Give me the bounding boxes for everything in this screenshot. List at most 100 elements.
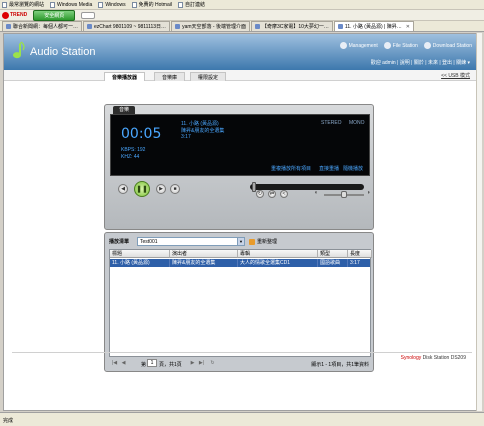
playlist-table: 標題 演出者 專輯 類型 長度 11. 小路 (黃品源) 陳昇&朋友的全選集 大… [109, 249, 372, 357]
pause-button[interactable]: ❚❚ [134, 181, 150, 197]
music-player-panel: 音樂 00:05 KBPS: 192 KHZ: 44 11. 小路 (黃品源) … [104, 104, 374, 230]
playlist-label: 播放清單 [109, 239, 130, 245]
samplerate-label: KHZ: 44 [121, 154, 140, 160]
synology-brand: Synology [400, 355, 422, 361]
column-header-genre[interactable]: 類型 [318, 250, 348, 258]
tab-favicon-icon [6, 24, 11, 29]
favorite-link[interactable]: Windows Media [50, 1, 92, 8]
trend-toolbar: TREND 安全網頁 [0, 9, 484, 21]
repeat-one-option[interactable]: 直接重播 [319, 165, 339, 172]
playlist-panel: 播放清單 Test001 ▼ 重新整理 標題 演出者 專輯 類型 長度 11. … [104, 232, 374, 372]
page-number-input[interactable]: 1 [147, 359, 157, 367]
audio-station-logo-icon [13, 41, 25, 59]
track-album: 陳昇&朋友的全選集 [181, 128, 225, 134]
refresh-page-icon[interactable]: ↻ [209, 360, 216, 367]
product-name: Disk Station DS209 [422, 355, 466, 361]
tab-permissions[interactable]: 權限設定 [190, 72, 227, 81]
table-row[interactable]: 11. 小路 (黃品源) 陳昇&朋友的全選集 大人的情歌全選集CD1 國語歌曲 … [110, 259, 370, 267]
repeat-all-option[interactable]: 重複播放所有項目 [271, 165, 311, 172]
first-page-icon[interactable]: |◀ [111, 360, 118, 367]
page-icon [98, 1, 104, 8]
usb-mode-link[interactable]: << USB 模式 [441, 72, 470, 79]
management-icon [339, 42, 347, 49]
track-title: 11. 小路 (黃品源) [181, 121, 219, 127]
tab-music-player[interactable]: 音樂播放器 [104, 72, 146, 81]
playlist-toolbar: 播放清單 Test001 ▼ 重新整理 [109, 237, 371, 247]
download-station-icon [423, 42, 431, 49]
browser-tab-active[interactable]: 11. 小路 (黃品源) | 陳昇… ✕ [333, 21, 414, 31]
refresh-icon [249, 238, 255, 245]
tab-favicon-icon [175, 24, 181, 29]
favorite-link[interactable]: Windows [98, 1, 126, 8]
browser-tab[interactable]: 【奇摩3C家電】10大夢幻一… [250, 21, 333, 31]
column-header-title[interactable]: 標題 [110, 250, 170, 258]
refresh-button[interactable]: 重新整理 [249, 238, 277, 245]
header-links: Management File Station Download Station [339, 42, 472, 49]
next-button[interactable]: ▶ [156, 184, 166, 194]
page-content: Audio Station Management File Station Do… [3, 33, 479, 411]
browser-tab[interactable]: yam天空部落 - 後端管理介面 [171, 21, 250, 31]
cell-album: 大人的情歌全選集CD1 [238, 259, 318, 267]
player-controls: ◀ ❚❚ ▶ ■ ↻ ⇄ < ◖ ◗ [110, 181, 371, 226]
record-summary: 顯示1 - 1項目，共1筆資料 [311, 362, 369, 368]
footer-divider [12, 352, 472, 353]
tab-favicon-icon [87, 24, 93, 29]
playlist-select[interactable]: Test001 ▼ [137, 237, 245, 246]
shuffle-icon[interactable]: ⇄ [268, 190, 276, 198]
trend-logo: TREND [2, 11, 27, 19]
column-header-artist[interactable]: 演出者 [170, 250, 238, 258]
previous-button[interactable]: ◀ [118, 184, 128, 194]
bitrate-label: KBPS: 192 [121, 147, 146, 153]
file-station-link[interactable]: File Station [383, 42, 418, 49]
cell-artist: 陳昇&朋友的全選集 [170, 259, 238, 267]
tab-music-library[interactable]: 音樂庫 [154, 72, 186, 81]
chevron-down-icon[interactable]: ▼ [237, 238, 244, 245]
favorite-link[interactable]: 最常瀏覽的網站 [2, 1, 44, 8]
mono-indicator: MONO [349, 120, 365, 126]
file-station-icon [383, 42, 391, 49]
stop-button[interactable]: ■ [170, 184, 180, 194]
browser-tab-bar: 聯合新聞網：每個人都可一… ezChart 9801109 ~ 9811113日… [0, 21, 484, 32]
cell-length: 3:17 [350, 260, 360, 266]
player-tab[interactable]: 音樂 [113, 106, 135, 114]
browser-tab[interactable]: ezChart 9801109 ~ 9811113日… [83, 21, 171, 31]
stereo-indicator: STEREO [321, 120, 342, 126]
player-display: 00:05 KBPS: 192 KHZ: 44 11. 小路 (黃品源) 陳昇&… [110, 114, 370, 176]
last-page-icon[interactable]: ▶| [198, 360, 205, 367]
favorite-link[interactable]: 免費的 Hotmail [131, 1, 172, 8]
user-menu[interactable]: 歡迎 admin | 說明 | 關於 | 未來 | 登出 | 關練 ▾ [371, 59, 470, 66]
sub-navigation: 音樂播放器 音樂庫 權限設定 [4, 70, 478, 81]
column-header-album[interactable]: 專輯 [238, 250, 318, 258]
repeat-icon[interactable]: ↻ [256, 190, 264, 198]
next-page-icon[interactable]: ▶ [189, 360, 196, 367]
volume-handle[interactable] [341, 191, 347, 198]
page-count-label: 頁，共1頁 [159, 362, 182, 368]
management-link[interactable]: Management [339, 42, 378, 49]
volume-high-icon: ◗ [367, 190, 371, 196]
favorite-link[interactable]: 自訂連結 [177, 1, 205, 8]
download-station-link[interactable]: Download Station [423, 42, 472, 49]
cell-genre: 國語歌曲 [318, 259, 348, 267]
elapsed-time: 00:05 [121, 126, 162, 142]
toolbar-options-button[interactable] [81, 11, 96, 19]
page-label: 第 [141, 362, 147, 368]
footer-brand: Synology Disk Station DS209 [401, 355, 466, 361]
page-icon [2, 1, 7, 8]
share-icon[interactable]: < [280, 190, 288, 198]
pagination: |◀ ◀ 第 1 頁，共1頁 ▶ ▶| ↻ 顯示1 - 1項目，共1筆資料 [109, 359, 371, 369]
shuffle-option[interactable]: 隨機播放 [343, 165, 363, 172]
playlist-select-value: Test001 [140, 239, 158, 245]
page-icon [131, 1, 137, 8]
vertical-scrollbar[interactable] [476, 33, 482, 411]
trend-icon [2, 11, 9, 19]
track-duration: 3:17 [181, 134, 191, 140]
cell-title: 11. 小路 (黃品源) [110, 259, 170, 267]
close-tab-icon[interactable]: ✕ [406, 24, 410, 30]
seek-bar[interactable] [250, 184, 364, 190]
previous-page-icon[interactable]: ◀ [120, 360, 127, 367]
column-header-length[interactable]: 長度 [348, 250, 372, 258]
seek-handle[interactable] [252, 182, 257, 192]
safe-web-button[interactable]: 安全網頁 [33, 9, 76, 21]
page-icon [177, 1, 183, 8]
browser-tab[interactable]: 聯合新聞網：每個人都可一… [2, 21, 83, 31]
